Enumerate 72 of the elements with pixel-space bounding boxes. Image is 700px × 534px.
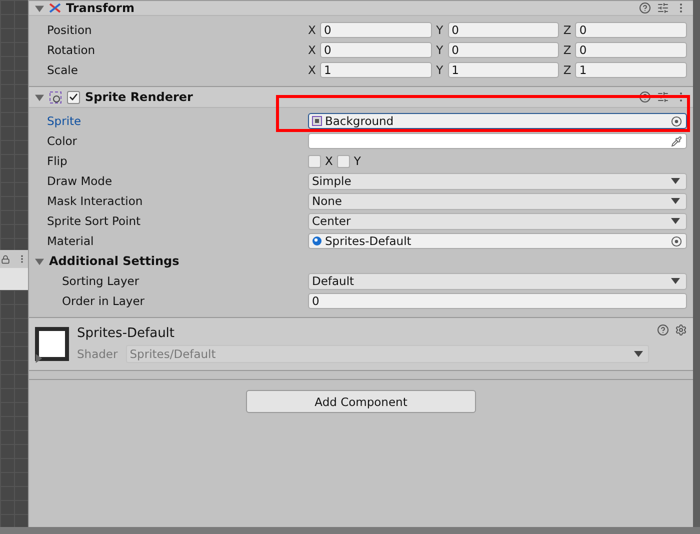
input-field[interactable]: 0: [308, 293, 687, 309]
help-icon[interactable]: [639, 91, 651, 103]
dropdown[interactable]: None: [308, 192, 687, 210]
add-component-button[interactable]: Add Component: [246, 390, 476, 413]
input-field[interactable]: 0: [448, 42, 560, 58]
sprite-renderer-icon: [49, 90, 62, 104]
axis-label: Z: [563, 23, 572, 37]
caret-icon: [671, 278, 680, 284]
property-label: Flip: [47, 154, 68, 168]
checkbox[interactable]: [336, 154, 350, 168]
input-field[interactable]: 0: [320, 22, 432, 38]
axis-label: X: [308, 63, 316, 77]
help-icon[interactable]: [657, 324, 669, 336]
component-title: Sprite Renderer: [85, 90, 193, 104]
transform-icon: [49, 3, 61, 13]
property-label: Sprite Sort Point: [47, 214, 142, 228]
help-icon[interactable]: [639, 2, 651, 14]
property-label: Rotation: [47, 43, 96, 57]
check-icon: [69, 93, 78, 101]
fold-triangle-icon[interactable]: [34, 354, 43, 363]
dropdown[interactable]: Simple: [308, 172, 687, 190]
checkbox[interactable]: [67, 90, 80, 104]
material-preview: [35, 327, 69, 361]
property-label: Order in Layer: [62, 294, 146, 308]
caret-icon: [671, 198, 680, 204]
caret-icon: [671, 178, 680, 184]
axis-label: Y: [436, 63, 444, 77]
sphere-icon: [312, 236, 322, 246]
object-field[interactable]: Background: [308, 113, 687, 129]
object-picker-icon[interactable]: [671, 236, 682, 246]
caret-icon: [634, 350, 643, 356]
property-label: Material: [47, 234, 95, 248]
input-field[interactable]: 1: [320, 62, 432, 78]
dropdown[interactable]: Default: [308, 272, 687, 290]
property-label: Sorting Layer: [62, 274, 140, 288]
checkbox-label: Y: [354, 154, 361, 168]
axis-label: Y: [436, 23, 444, 37]
sprite-icon: [312, 116, 322, 126]
checkbox-label: X: [325, 154, 333, 168]
sliders-icon[interactable]: [657, 91, 669, 103]
object-picker-icon[interactable]: [671, 116, 682, 126]
property-label: Mask Interaction: [47, 194, 144, 208]
checkbox[interactable]: [308, 154, 321, 168]
object-field[interactable]: Sprites-Default: [308, 233, 687, 249]
input-field[interactable]: 0: [320, 42, 432, 58]
lock-icon[interactable]: [1, 254, 10, 264]
scene-strip: [0, 268, 28, 290]
settings-icon[interactable]: [675, 324, 687, 336]
axis-label: Z: [563, 43, 572, 57]
section-title: Additional Settings: [49, 254, 180, 268]
dropdown[interactable]: Center: [308, 212, 687, 230]
property-label: Scale: [47, 63, 79, 77]
axis-label: X: [308, 23, 316, 37]
sliders-icon[interactable]: [657, 2, 669, 14]
input-field[interactable]: 1: [448, 62, 560, 78]
input-field[interactable]: 0: [448, 22, 560, 38]
property-label: Sprite: [47, 114, 82, 128]
input-field[interactable]: 0: [575, 22, 688, 38]
shader-label: Shader: [77, 346, 118, 360]
property-label: Color: [47, 134, 78, 148]
property-label: Draw Mode: [47, 174, 114, 188]
axis-label: Y: [436, 43, 444, 57]
caret-icon: [671, 218, 680, 224]
eyedropper-icon[interactable]: [671, 136, 682, 146]
input-field[interactable]: 1: [575, 62, 688, 78]
input-field[interactable]: 0: [575, 42, 688, 58]
axis-label: Z: [563, 63, 572, 77]
color-field[interactable]: [308, 133, 687, 149]
axis-label: X: [308, 43, 316, 57]
property-label: Position: [47, 23, 93, 37]
component-title: Transform: [66, 1, 134, 15]
material-name: Sprites-Default: [77, 326, 176, 340]
